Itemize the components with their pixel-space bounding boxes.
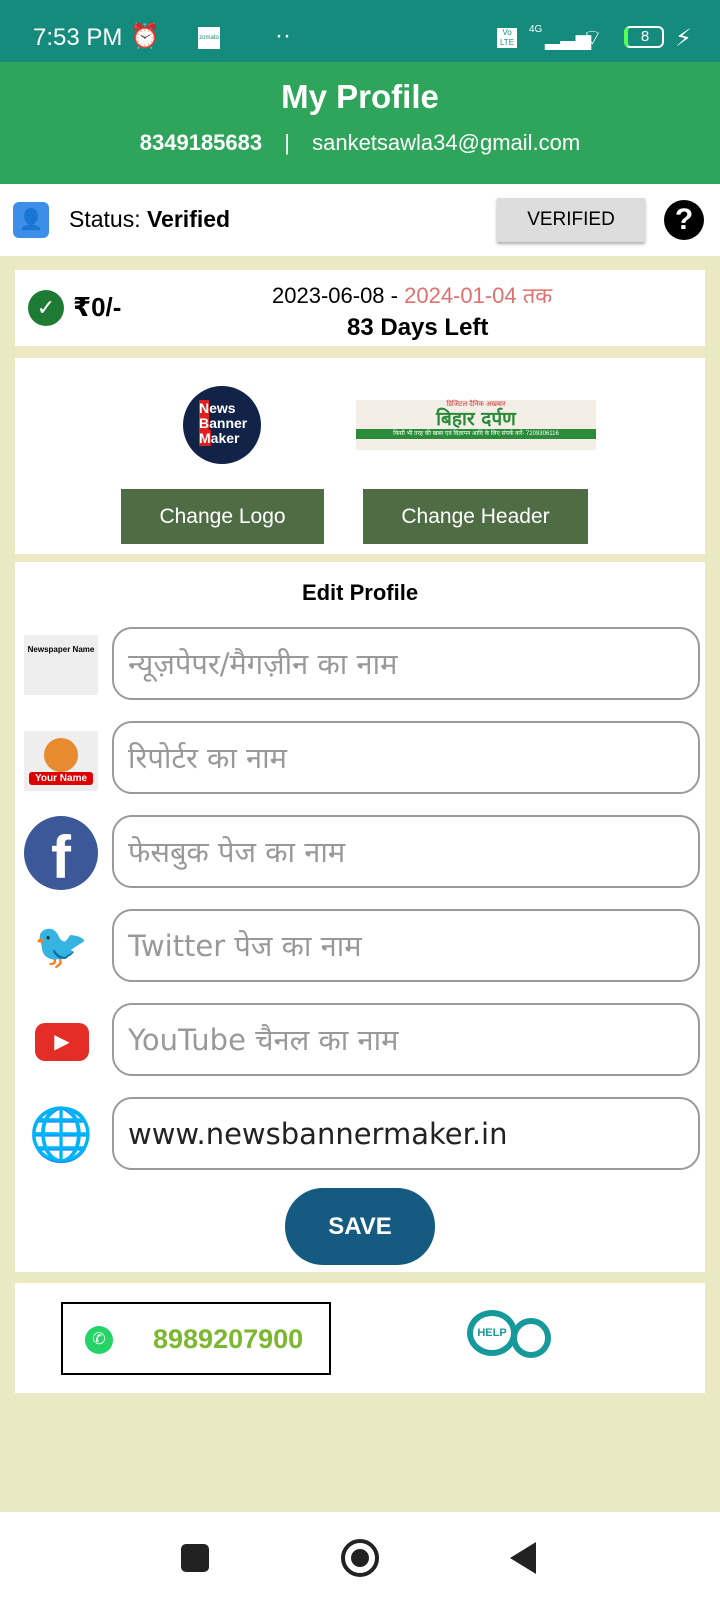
verified-button[interactable]: VERIFIED <box>497 198 645 242</box>
alarm-icon: ⏰ <box>130 23 160 50</box>
whatsapp-number: 8989207900 <box>153 1324 304 1354</box>
page-title: My Profile <box>281 78 439 115</box>
user-phone: 8349185683 <box>139 130 263 155</box>
wifi-icon: ⌔ <box>582 25 603 50</box>
whatsapp-icon: ✆ <box>85 1326 113 1354</box>
status-row: 👤 Status: Verified VERIFIED ? <box>0 184 720 256</box>
banner-title: बिहार दर्पण <box>436 408 516 430</box>
branding-card: News Banner Maker डिजिटल दैनिक अखबार बिहार… <box>15 358 705 554</box>
more-notifications-icon: ·· <box>275 22 291 49</box>
save-button[interactable]: SAVE <box>285 1188 435 1265</box>
volte-icon: Vo LTE <box>497 28 517 48</box>
verified-user-icon: 👤 <box>13 202 49 238</box>
website-input[interactable]: www.newsbannermaker.in <box>112 1097 700 1170</box>
reporter-icon-label: Your Name <box>28 771 94 785</box>
change-header-button[interactable]: Change Header <box>363 489 588 544</box>
header-banner-image[interactable]: डिजिटल दैनिक अखबार बिहार दर्पण किसी भी त… <box>356 400 596 450</box>
newspaper-name-icon: Newspaper Name <box>24 635 98 695</box>
help-chat-icon[interactable]: HELP <box>467 1310 557 1375</box>
days-left: 83 Days Left <box>347 314 489 341</box>
twitter-icon: 🐦 <box>33 922 89 971</box>
network-type: 4G <box>529 24 543 35</box>
charging-icon: ⚡ <box>675 25 692 52</box>
youtube-channel-input[interactable]: YouTube चैनल का नाम <box>112 1003 700 1076</box>
help-icon[interactable]: ? <box>664 200 704 240</box>
facebook-icon: f <box>24 816 98 890</box>
recents-button[interactable] <box>181 1544 209 1572</box>
status-bar: 7:53 PM ⏰ zomato ·· Vo LTE 4G ▂▃▅ ⌔ 8 ⚡ <box>0 0 720 62</box>
battery-icon: 8 <box>624 26 664 48</box>
check-icon: ✓ <box>28 290 64 326</box>
facebook-page-input[interactable]: फेसबुक पेज का नाम <box>112 815 700 888</box>
change-logo-button[interactable]: Change Logo <box>121 489 324 544</box>
zomato-icon: zomato <box>198 27 220 49</box>
whatsapp-contact-button[interactable]: ✆ 8989207900 <box>61 1302 331 1375</box>
navigation-bar <box>0 1512 720 1600</box>
newspaper-name-input[interactable]: न्यूज़पेपर/मैगज़ीन का नाम <box>112 627 700 700</box>
end-date: 2024-01-04 तक <box>404 283 553 308</box>
plan-amount: ₹0/- <box>73 292 122 322</box>
youtube-icon: ▶ <box>35 1023 89 1061</box>
start-date: 2023-06-08 <box>272 283 385 308</box>
plan-card: ✓ ₹0/- 2023-06-08 - 2024-01-04 तक 83 Day… <box>15 270 705 346</box>
twitter-page-input[interactable]: Twitter पेज का नाम <box>112 909 700 982</box>
edit-profile-title: Edit Profile <box>301 580 419 605</box>
help-icon-label: HELP <box>467 1310 517 1356</box>
back-button[interactable] <box>510 1542 536 1574</box>
separator: | <box>284 130 290 155</box>
reporter-name-input[interactable]: रिपोर्टर का नाम <box>112 721 700 794</box>
status-label: Status: <box>69 206 147 232</box>
globe-icon: 🌐 <box>28 1105 94 1164</box>
banner-strip: किसी भी तरह की खबर एवं विज्ञापन आदि के ल… <box>356 429 596 439</box>
home-button[interactable] <box>341 1539 379 1577</box>
date-dash: - <box>384 283 405 308</box>
app-header: My Profile 8349185683 | sanketsawla34@gm… <box>0 62 720 184</box>
user-email: sanketsawla34@gmail.com <box>312 130 581 155</box>
logo-image[interactable]: News Banner Maker <box>183 386 261 464</box>
status-value: Verified <box>146 206 231 232</box>
clock: 7:53 PM <box>33 24 123 51</box>
reporter-icon: Your Name <box>24 731 98 791</box>
